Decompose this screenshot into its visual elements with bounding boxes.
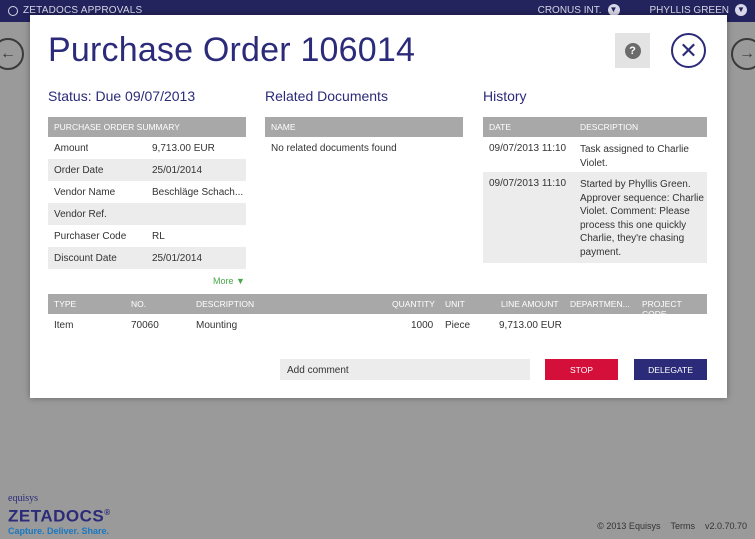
history-header: DATE DESCRIPTION	[483, 117, 707, 137]
company-name[interactable]: CRONUS INT.	[538, 5, 602, 16]
help-button[interactable]: ?	[615, 33, 650, 68]
comment-input[interactable]: Add comment	[280, 359, 530, 380]
more-link[interactable]: More ▼	[213, 276, 245, 286]
zetadocs-logo-icon	[8, 5, 18, 16]
delegate-button[interactable]: DELEGATE	[634, 359, 707, 380]
status-text: Status: Due 09/07/2013	[48, 88, 196, 104]
related-documents-title: Related Documents	[265, 88, 388, 104]
footer: © 2013 Equisys Terms v2.0.70.70	[597, 521, 747, 531]
arrow-right-icon[interactable]: →	[731, 38, 755, 70]
stop-button[interactable]: STOP	[545, 359, 618, 380]
history-row: 09/07/2013 11:10 Task assigned to Charli…	[489, 143, 689, 169]
brand-name: ZETADOCS	[8, 506, 105, 526]
zetadocs-logo: equisys ZETADOCS® Capture. Deliver. Shar…	[8, 493, 111, 536]
arrow-left-icon[interactable]: ←	[0, 38, 24, 70]
terms-link[interactable]: Terms	[670, 521, 695, 531]
related-empty-message: No related documents found	[271, 143, 397, 154]
summary-header: PURCHASE ORDER SUMMARY	[48, 117, 246, 137]
purchase-order-dialog: Purchase Order 106014 ? ✕ Status: Due 09…	[30, 15, 727, 398]
history-title: History	[483, 88, 527, 104]
summary-row: Vendor Name Beschläge Schach...	[54, 187, 244, 198]
related-header: NAME	[265, 117, 463, 137]
version: v2.0.70.70	[704, 521, 747, 531]
table-row: Item 70060 Mounting 1000 Piece 9,713.00 …	[54, 320, 562, 331]
brand-reg: ®	[104, 508, 111, 517]
help-icon: ?	[624, 42, 641, 59]
summary-row: Vendor Ref.	[48, 203, 246, 225]
page-title: Purchase Order 106014	[48, 31, 416, 69]
summary-row: Purchaser Code RL	[54, 231, 165, 242]
history-row: 09/07/2013 11:10 Started by Phyllis Gree…	[483, 172, 707, 263]
download-icon[interactable]: ▼	[735, 4, 747, 16]
brand-small: equisys	[8, 493, 38, 504]
user-name[interactable]: PHYLLIS GREEN	[650, 5, 729, 16]
close-icon[interactable]: ✕	[671, 33, 706, 68]
brand-tagline: Capture. Deliver. Share.	[8, 525, 110, 536]
summary-row: Order Date 25/01/2014	[48, 159, 246, 181]
summary-row: Discount Date 25/01/2014	[48, 247, 246, 269]
lines-header: TYPE NO. DESCRIPTION QUANTITY UNIT LINE …	[48, 294, 707, 319]
summary-row: Amount 9,713.00 EUR	[54, 143, 215, 154]
copyright: © 2013 Equisys	[597, 521, 661, 531]
